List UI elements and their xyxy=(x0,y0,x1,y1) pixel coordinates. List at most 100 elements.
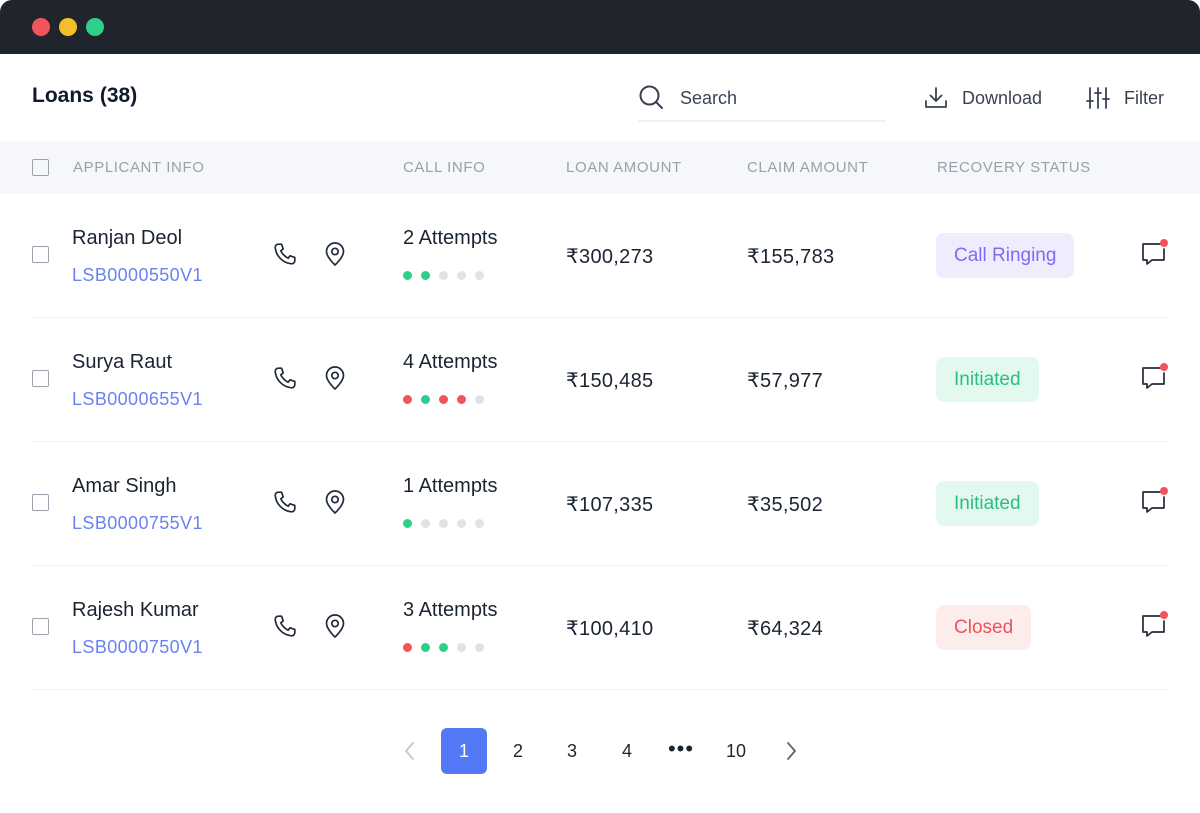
loan-id-link[interactable]: LSB0000550V1 xyxy=(72,265,203,286)
location-pin-icon[interactable] xyxy=(322,365,348,391)
notification-dot xyxy=(1160,363,1168,371)
row-checkbox[interactable] xyxy=(32,618,49,635)
page-button-2[interactable]: 2 xyxy=(495,728,541,774)
table-row[interactable]: Ranjan Deol LSB0000550V1 2 Attempts ₹300,27… xyxy=(0,194,1200,318)
page-button-1[interactable]: 1 xyxy=(441,728,487,774)
row-checkbox[interactable] xyxy=(32,494,49,511)
location-pin-icon[interactable] xyxy=(322,613,348,639)
call-attempts: 2 Attempts xyxy=(403,227,498,249)
column-header-claim-amount[interactable]: CLAIM AMOUNT xyxy=(747,159,868,176)
recovery-status-badge: Call Ringing xyxy=(936,233,1075,278)
loan-id-link[interactable]: LSB0000655V1 xyxy=(72,389,203,410)
row-checkbox[interactable] xyxy=(32,246,49,263)
column-header-applicant-info[interactable]: APPLICANT INFO xyxy=(73,159,204,176)
phone-icon[interactable] xyxy=(272,489,298,515)
chat-icon[interactable] xyxy=(1140,486,1170,516)
phone-icon[interactable] xyxy=(272,241,298,267)
claim-amount: ₹155,783 xyxy=(747,246,835,268)
row-divider xyxy=(32,689,1167,690)
attempt-dot xyxy=(439,271,448,280)
table-row[interactable]: Amar Singh LSB0000755V1 1 Attempts ₹107,335… xyxy=(0,442,1200,566)
location-pin-icon[interactable] xyxy=(322,241,348,267)
window-titlebar xyxy=(0,0,1200,54)
attempt-dot xyxy=(475,519,484,528)
attempt-dot xyxy=(403,395,412,404)
notification-dot xyxy=(1160,487,1168,495)
location-pin-icon[interactable] xyxy=(322,489,348,515)
attempt-dots xyxy=(403,395,484,404)
loan-count: (38) xyxy=(99,84,138,107)
claim-amount: ₹35,502 xyxy=(747,494,823,516)
attempt-dot xyxy=(457,643,466,652)
filter-button[interactable]: Filter xyxy=(1086,84,1164,112)
page-title-text: Loans xyxy=(32,84,94,107)
maximize-window-button[interactable] xyxy=(86,18,104,36)
search-icon xyxy=(639,85,663,109)
column-header-call-info[interactable]: CALL INFO xyxy=(403,159,485,176)
row-checkbox[interactable] xyxy=(32,370,49,387)
search-input[interactable] xyxy=(678,86,882,110)
applicant-name: Rajesh Kumar xyxy=(72,599,199,621)
call-attempts: 1 Attempts xyxy=(403,475,498,497)
notification-dot xyxy=(1160,239,1168,247)
download-icon xyxy=(925,87,947,108)
attempt-dot xyxy=(403,519,412,528)
column-header-recovery-status[interactable]: RECOVERY STATUS xyxy=(937,159,1091,176)
attempt-dot xyxy=(457,271,466,280)
attempt-dot xyxy=(475,271,484,280)
attempt-dot xyxy=(421,271,430,280)
loan-id-link[interactable]: LSB0000750V1 xyxy=(72,637,203,658)
chat-icon[interactable] xyxy=(1140,610,1170,640)
applicant-name: Amar Singh xyxy=(72,475,177,497)
close-window-button[interactable] xyxy=(32,18,50,36)
applicant-name: Ranjan Deol xyxy=(72,227,183,249)
attempt-dot xyxy=(457,519,466,528)
loan-amount: ₹300,273 xyxy=(566,246,654,268)
page-button-10[interactable]: 10 xyxy=(713,728,759,774)
table-row[interactable]: Surya Raut LSB0000655V1 4 Attempts ₹150,485… xyxy=(0,318,1200,442)
minimize-window-button[interactable] xyxy=(59,18,77,36)
page-button-3[interactable]: 3 xyxy=(549,728,595,774)
phone-icon[interactable] xyxy=(272,613,298,639)
chat-icon[interactable] xyxy=(1140,362,1170,392)
pagination: 1 2 3 4 ••• 10 xyxy=(0,728,1200,774)
attempt-dots xyxy=(403,271,484,280)
chevron-left-icon[interactable] xyxy=(387,728,433,774)
recovery-status-badge: Initiated xyxy=(936,481,1039,526)
attempt-dot xyxy=(439,643,448,652)
table-header: APPLICANT INFO CALL INFO LOAN AMOUNT CLA… xyxy=(0,141,1200,194)
filter-label: Filter xyxy=(1124,87,1164,108)
claim-amount: ₹64,324 xyxy=(747,618,823,640)
attempt-dot xyxy=(403,271,412,280)
loan-amount: ₹107,335 xyxy=(566,494,654,516)
filter-icon xyxy=(1086,87,1110,109)
claim-amount: ₹57,977 xyxy=(747,370,823,392)
select-all-checkbox[interactable] xyxy=(32,159,49,176)
attempt-dot xyxy=(421,643,430,652)
search-box[interactable] xyxy=(638,80,886,122)
phone-icon[interactable] xyxy=(272,365,298,391)
table-row[interactable]: Rajesh Kumar LSB0000750V1 3 Attempts ₹100,4… xyxy=(0,566,1200,690)
pagination-ellipsis: ••• xyxy=(667,736,695,761)
chevron-right-icon[interactable] xyxy=(768,728,814,774)
attempt-dot xyxy=(439,395,448,404)
chat-icon[interactable] xyxy=(1140,238,1170,268)
column-header-loan-amount[interactable]: LOAN AMOUNT xyxy=(566,159,682,176)
attempt-dot xyxy=(421,519,430,528)
attempt-dot xyxy=(457,395,466,404)
recovery-status-badge: Closed xyxy=(936,605,1032,650)
attempt-dot xyxy=(421,395,430,404)
loan-amount: ₹150,485 xyxy=(566,370,654,392)
loan-amount: ₹100,410 xyxy=(566,618,654,640)
download-button[interactable]: Download xyxy=(924,84,1042,112)
page-button-4[interactable]: 4 xyxy=(604,728,650,774)
call-attempts: 4 Attempts xyxy=(403,351,498,373)
attempt-dot xyxy=(475,643,484,652)
attempt-dot xyxy=(475,395,484,404)
download-label: Download xyxy=(962,87,1043,108)
recovery-status-badge: Initiated xyxy=(936,357,1039,402)
attempt-dot xyxy=(439,519,448,528)
loan-id-link[interactable]: LSB0000755V1 xyxy=(72,513,203,534)
attempt-dots xyxy=(403,643,484,652)
applicant-name: Surya Raut xyxy=(72,351,173,373)
